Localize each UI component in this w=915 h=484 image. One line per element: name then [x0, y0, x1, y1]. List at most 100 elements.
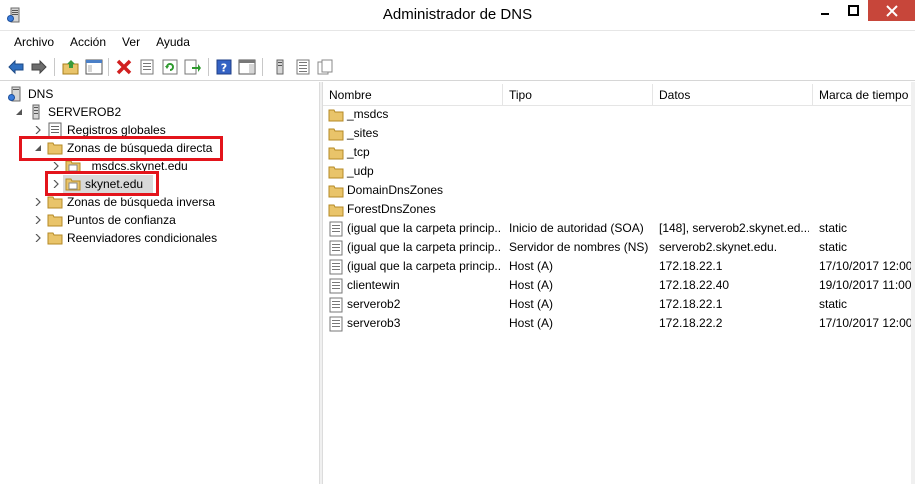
cell-name: DomainDnsZones — [328, 181, 502, 200]
back-button[interactable] — [6, 57, 26, 77]
properties-icon — [140, 59, 154, 75]
delete-button[interactable] — [114, 57, 134, 77]
cell-type: Inicio de autoridad (SOA) — [509, 221, 644, 235]
server-icon — [276, 59, 284, 75]
list-item[interactable]: (igual que la carpeta princip... Inicio d… — [323, 219, 915, 238]
collapsed-arrow-icon[interactable] — [33, 125, 43, 135]
list-item[interactable]: _sites — [323, 124, 915, 143]
refresh-icon — [162, 59, 178, 75]
tree-node-trust-points[interactable]: Puntos de confianza — [33, 211, 176, 229]
record-icon — [328, 278, 344, 294]
list-button[interactable] — [293, 57, 313, 77]
cell-timestamp — [819, 124, 915, 143]
tree-label: Registros globales — [67, 123, 166, 137]
cell-name-text: (igual que la carpeta princip... — [347, 240, 502, 254]
column-header-type[interactable]: Tipo — [503, 84, 653, 106]
folder-icon — [47, 230, 63, 246]
collapsed-arrow-icon[interactable] — [33, 215, 43, 225]
cell-data: 172.18.22.40 — [659, 278, 730, 292]
expanded-arrow-icon[interactable] — [14, 107, 24, 117]
tree-node-conditional-forwarders[interactable]: Reenviadores condicionales — [33, 229, 217, 247]
export-list-icon — [184, 59, 201, 75]
tree-label: Reenviadores condicionales — [67, 231, 218, 245]
show-hide-tree-button[interactable] — [84, 57, 104, 77]
cell-name: _tcp — [328, 143, 502, 162]
cell-data — [659, 105, 809, 124]
menu-bar: Archivo Acción Ver Ayuda — [0, 31, 915, 53]
close-button[interactable] — [868, 0, 915, 21]
menu-accion[interactable]: Acción — [62, 32, 114, 52]
cell-name: _msdcs — [328, 105, 502, 124]
cell-data: [148], serverob2.skynet.ed... — [659, 221, 809, 235]
maximize-button[interactable] — [840, 0, 867, 21]
tree-node-server[interactable]: SERVEROB2 — [14, 103, 121, 121]
help-button[interactable]: ? — [214, 57, 234, 77]
action-pane-button[interactable] — [237, 57, 257, 77]
collapsed-arrow-icon[interactable] — [33, 197, 43, 207]
list-item[interactable]: _tcp — [323, 143, 915, 162]
cell-name: _udp — [328, 162, 502, 181]
menu-ver[interactable]: Ver — [114, 32, 148, 52]
list-header: Nombre Tipo Datos Marca de tiempo — [323, 84, 915, 106]
vertical-scrollbar[interactable] — [911, 82, 915, 484]
list-item[interactable]: (igual que la carpeta princip... Host (A)… — [323, 257, 915, 276]
folder-icon — [328, 126, 344, 142]
list-item[interactable]: (igual que la carpeta princip... Servidor… — [323, 238, 915, 257]
highlight-box-forward-zones — [19, 136, 223, 161]
cell-name-text: serverob2 — [347, 297, 401, 311]
list-item[interactable]: clientewin Host (A) 172.18.22.40 19/10/2017… — [323, 276, 915, 295]
cell-name-text: _sites — [347, 126, 379, 140]
tree-label: DNS — [28, 87, 54, 101]
cell-data: 172.18.22.1 — [659, 259, 723, 273]
tree-node-dns[interactable]: DNS — [8, 85, 53, 103]
collapsed-arrow-icon[interactable] — [33, 233, 43, 243]
forward-icon — [31, 59, 47, 75]
column-header-data[interactable]: Datos — [653, 84, 813, 106]
close-icon — [885, 4, 898, 17]
forward-button[interactable] — [29, 57, 49, 77]
record-icon — [328, 221, 344, 237]
column-header-name[interactable]: Nombre — [323, 84, 503, 106]
cell-timestamp — [819, 200, 915, 219]
copy-icon — [317, 59, 333, 75]
list-item[interactable]: _msdcs — [323, 105, 915, 124]
collapsed-arrow-icon[interactable] — [51, 161, 61, 171]
action-pane-icon — [238, 59, 256, 75]
cell-data — [659, 124, 809, 143]
up-level-button[interactable] — [61, 57, 81, 77]
cell-timestamp: 17/10/2017 12:00: — [819, 259, 915, 273]
cell-name: serverob2 — [328, 295, 502, 314]
minimize-button[interactable] — [811, 0, 839, 21]
records-list: Nombre Tipo Datos Marca de tiempo _msdcs… — [323, 82, 915, 484]
list-item[interactable]: ForestDnsZones — [323, 200, 915, 219]
menu-archivo[interactable]: Archivo — [6, 32, 62, 52]
list-item[interactable]: serverob2 Host (A) 172.18.22.1 static — [323, 295, 915, 314]
delete-icon — [116, 59, 132, 75]
cell-data — [659, 143, 809, 162]
cell-name-text: (igual que la carpeta princip... — [347, 259, 502, 273]
cell-name-text: _udp — [347, 164, 374, 178]
cell-type: Host (A) — [509, 278, 554, 292]
list-item[interactable]: serverob3 Host (A) 172.18.22.2 17/10/2017 1… — [323, 314, 915, 333]
cell-type: Servidor de nombres (NS) — [509, 240, 649, 254]
copy-button[interactable] — [315, 57, 335, 77]
properties-button[interactable] — [137, 57, 157, 77]
cell-timestamp — [819, 105, 915, 124]
column-header-timestamp[interactable]: Marca de tiempo — [813, 84, 915, 106]
tree-label: Zonas de búsqueda inversa — [67, 195, 216, 209]
up-folder-icon — [62, 60, 79, 75]
folder-icon — [328, 164, 344, 180]
refresh-button[interactable] — [160, 57, 180, 77]
cell-type: Host (A) — [509, 297, 554, 311]
list-item[interactable]: DomainDnsZones — [323, 181, 915, 200]
server-button[interactable] — [270, 57, 290, 77]
list-item[interactable]: _udp — [323, 162, 915, 181]
cell-timestamp — [819, 162, 915, 181]
cell-name-text: DomainDnsZones — [347, 183, 444, 197]
cell-name: (igual que la carpeta princip... — [328, 219, 502, 238]
menu-ayuda[interactable]: Ayuda — [148, 32, 198, 52]
export-list-button[interactable] — [183, 57, 203, 77]
folder-icon — [47, 212, 63, 228]
tree-label: Puntos de confianza — [67, 213, 176, 227]
dns-icon — [8, 86, 24, 102]
